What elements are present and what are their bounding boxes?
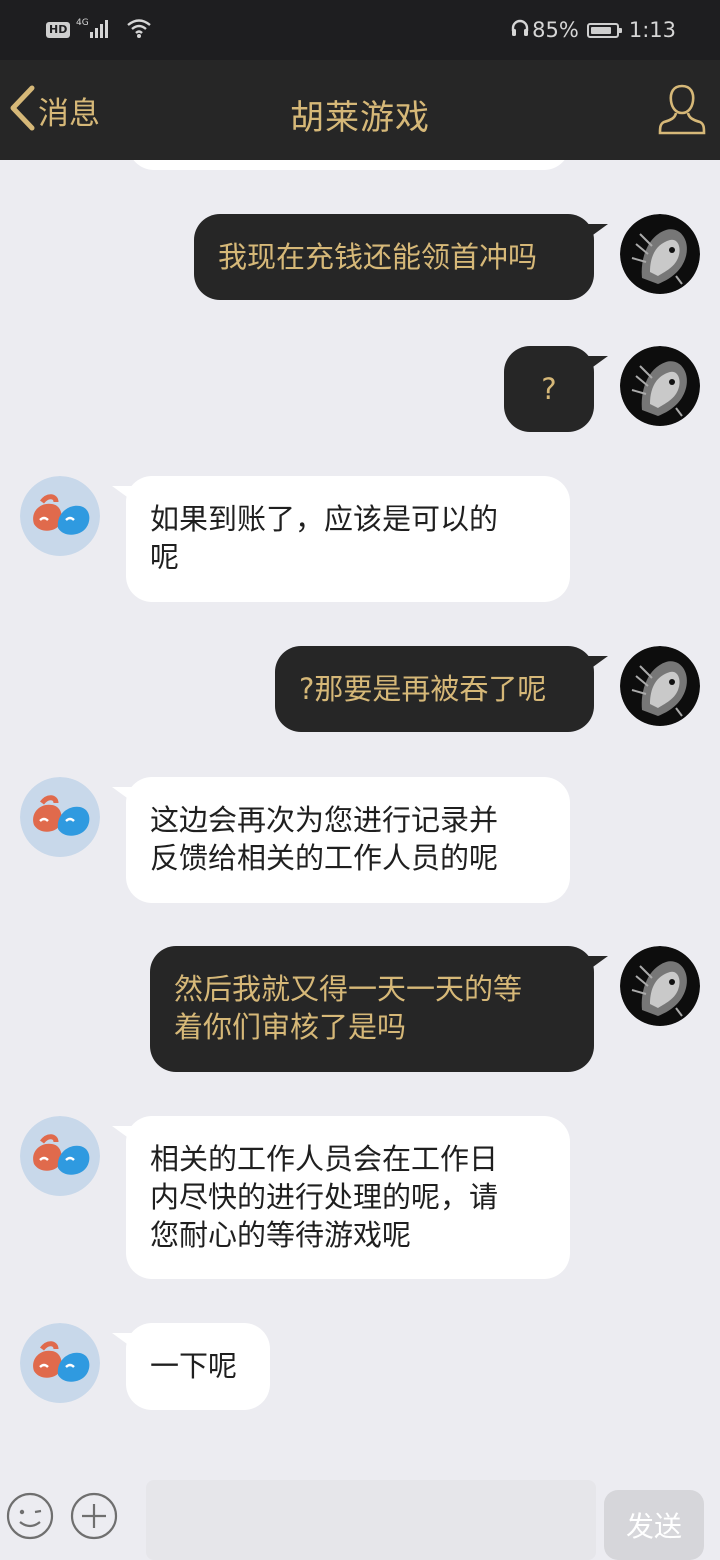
mascot-avatar-image [20,1116,100,1196]
hd-badge: HD [46,22,71,38]
profile-button[interactable] [658,82,706,138]
message-bubble-outgoing[interactable]: ? [504,346,608,432]
emoji-button[interactable] [6,1492,54,1540]
message-bubble-outgoing[interactable]: 然后我就又得一天一天的等 着你们审核了是吗 [150,946,608,1072]
lion-avatar-image [620,346,700,426]
message-text: 这边会再次为您进行记录并 [150,803,499,837]
message-text: 内尽快的进行处理的呢，请 [150,1180,499,1214]
message-bubble-outgoing[interactable]: ?那要是再被吞了呢 [275,646,608,732]
mascot-avatar-image [20,1323,100,1403]
status-bar: HD 4G 85% 1:13 [0,0,720,60]
message-bubble-incoming[interactable]: 这边会再次为您进行记录并 反馈给相关的工作人员的呢 [112,777,570,903]
nav-bar: 消息 胡莱游戏 [0,60,720,160]
message-text: 相关的工作人员会在工作日 [150,1142,499,1176]
service-avatar[interactable] [20,476,100,556]
person-outline-icon [658,84,706,135]
message-text: 您耐心的等待游戏呢 [150,1218,412,1252]
page-title: 胡莱游戏 [290,98,430,138]
my-avatar[interactable] [620,346,700,426]
headphone-icon [510,18,530,43]
network-type: 4G [76,18,89,28]
message-text: ? [541,372,557,406]
message-text: 如果到账了，应该是可以的 [150,502,499,536]
lion-avatar-image [620,946,700,1026]
message-text: 呢 [150,540,180,574]
clock: 1:13 [628,18,676,42]
my-avatar[interactable] [620,214,700,294]
signal-icon: 4G [76,16,120,44]
message-bubble-incoming[interactable]: 如果到账了，应该是可以的 呢 [112,476,570,602]
message-text: 一下呢 [150,1349,238,1383]
previous-message-edge [128,160,570,170]
status-left: HD 4G [46,18,152,42]
message-input[interactable] [146,1480,596,1560]
service-avatar[interactable] [20,1323,100,1403]
input-bar: 发送 [0,1480,720,1560]
lion-avatar-image [620,646,700,726]
battery-icon [586,22,622,38]
message-text: 反馈给相关的工作人员的呢 [150,841,499,875]
message-bubble-incoming[interactable]: 一下呢 [112,1323,270,1410]
mascot-avatar-image [20,777,100,857]
message-text: 着你们审核了是吗 [174,1010,407,1044]
emoji-icon [6,1492,54,1540]
my-avatar[interactable] [620,946,700,1026]
chat-area[interactable]: 我现在充钱还能领首冲吗 ? 如果到账了，应该是可以的 呢 ?那要是再被吞了呢 这… [0,160,720,1480]
send-button[interactable]: 发送 [604,1490,704,1560]
message-text: 我现在充钱还能领首冲吗 [218,240,538,274]
message-bubble-outgoing[interactable]: 我现在充钱还能领首冲吗 [194,214,608,300]
service-avatar[interactable] [20,777,100,857]
lion-avatar-image [620,214,700,294]
status-right: 85% 1:13 [510,16,676,44]
mascot-avatar-image [20,476,100,556]
message-text: ?那要是再被吞了呢 [299,672,547,706]
wifi-icon [126,17,152,43]
message-text: 然后我就又得一天一天的等 [174,972,523,1006]
plus-button[interactable] [70,1492,118,1540]
plus-circle-icon [70,1492,118,1540]
message-bubble-incoming[interactable]: 相关的工作人员会在工作日 内尽快的进行处理的呢，请 您耐心的等待游戏呢 [112,1116,570,1279]
service-avatar[interactable] [20,1116,100,1196]
my-avatar[interactable] [620,646,700,726]
battery-percent: 85% [532,18,579,42]
